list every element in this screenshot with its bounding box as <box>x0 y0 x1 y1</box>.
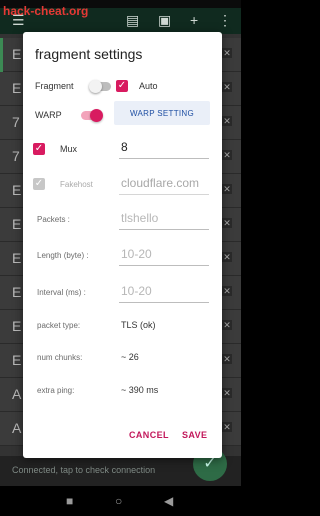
num-chunks-label: num chunks: <box>37 353 83 362</box>
auto-checkbox[interactable]: ✓ <box>116 80 128 92</box>
delete-icon[interactable]: ✕ <box>222 150 232 160</box>
delete-icon[interactable]: ✕ <box>222 82 232 92</box>
warp-setting-button[interactable]: WARP SETTING <box>114 101 210 125</box>
recents-icon[interactable]: ■ <box>66 494 73 508</box>
home-icon[interactable]: ○ <box>115 494 122 508</box>
save-button[interactable]: SAVE <box>182 430 207 440</box>
mux-label: Mux <box>60 144 78 154</box>
delete-icon[interactable]: ✕ <box>222 252 232 262</box>
fragment-label: Fragment <box>35 81 74 91</box>
packet-type-label: packet type: <box>37 321 81 330</box>
fakehost-input: cloudflare.com <box>119 173 209 195</box>
dialog-title: fragment settings <box>35 46 143 62</box>
clipboard-icon[interactable]: ▤ <box>126 12 139 28</box>
delete-icon[interactable]: ✕ <box>222 320 232 330</box>
delete-icon[interactable]: ✕ <box>222 422 232 432</box>
fragment-settings-dialog: fragment settings Fragment ✓ Auto WARP W… <box>23 32 222 458</box>
packet-type-value: TLS (ok) <box>121 320 156 330</box>
warp-label: WARP <box>35 110 62 120</box>
back-icon[interactable]: ◀ <box>164 494 173 508</box>
delete-icon[interactable]: ✕ <box>222 184 232 194</box>
fragment-switch[interactable] <box>89 80 111 93</box>
delete-icon[interactable]: ✕ <box>222 388 232 398</box>
mux-checkbox[interactable]: ✓ <box>33 143 45 155</box>
delete-icon[interactable]: ✕ <box>222 116 232 126</box>
connection-status: Connected, tap to check connection <box>12 465 156 475</box>
delete-icon[interactable]: ✕ <box>222 286 232 296</box>
length-input[interactable]: 10-20 <box>119 244 209 266</box>
system-nav-bar: ■ ○ ◀ <box>0 486 241 516</box>
delete-icon[interactable]: ✕ <box>222 218 232 228</box>
extra-ping-value: ~ 390 ms <box>121 385 159 395</box>
interval-label: Interval (ms) : <box>37 288 86 297</box>
packets-label: Packets : <box>37 215 70 224</box>
delete-icon[interactable]: ✕ <box>222 354 232 364</box>
interval-input[interactable]: 10-20 <box>119 281 209 303</box>
length-label: Length (byte) : <box>37 251 89 260</box>
warp-switch[interactable] <box>81 109 103 122</box>
auto-label: Auto <box>139 81 158 91</box>
more-icon[interactable]: ⋮ <box>218 12 232 28</box>
fakehost-checkbox: ✓ <box>33 178 45 190</box>
cancel-button[interactable]: CANCEL <box>129 430 169 440</box>
packets-input[interactable]: tlshello <box>119 208 209 230</box>
num-chunks-value: ~ 26 <box>121 352 139 362</box>
gift-icon[interactable]: ▣ <box>158 12 171 28</box>
watermark: hack-cheat.org <box>3 4 89 18</box>
fakehost-label: Fakehost <box>60 180 93 189</box>
mux-input[interactable]: 8 <box>119 137 209 159</box>
delete-icon[interactable]: ✕ <box>222 48 232 58</box>
add-icon[interactable]: + <box>190 12 198 28</box>
extra-ping-label: extra ping: <box>37 386 75 395</box>
